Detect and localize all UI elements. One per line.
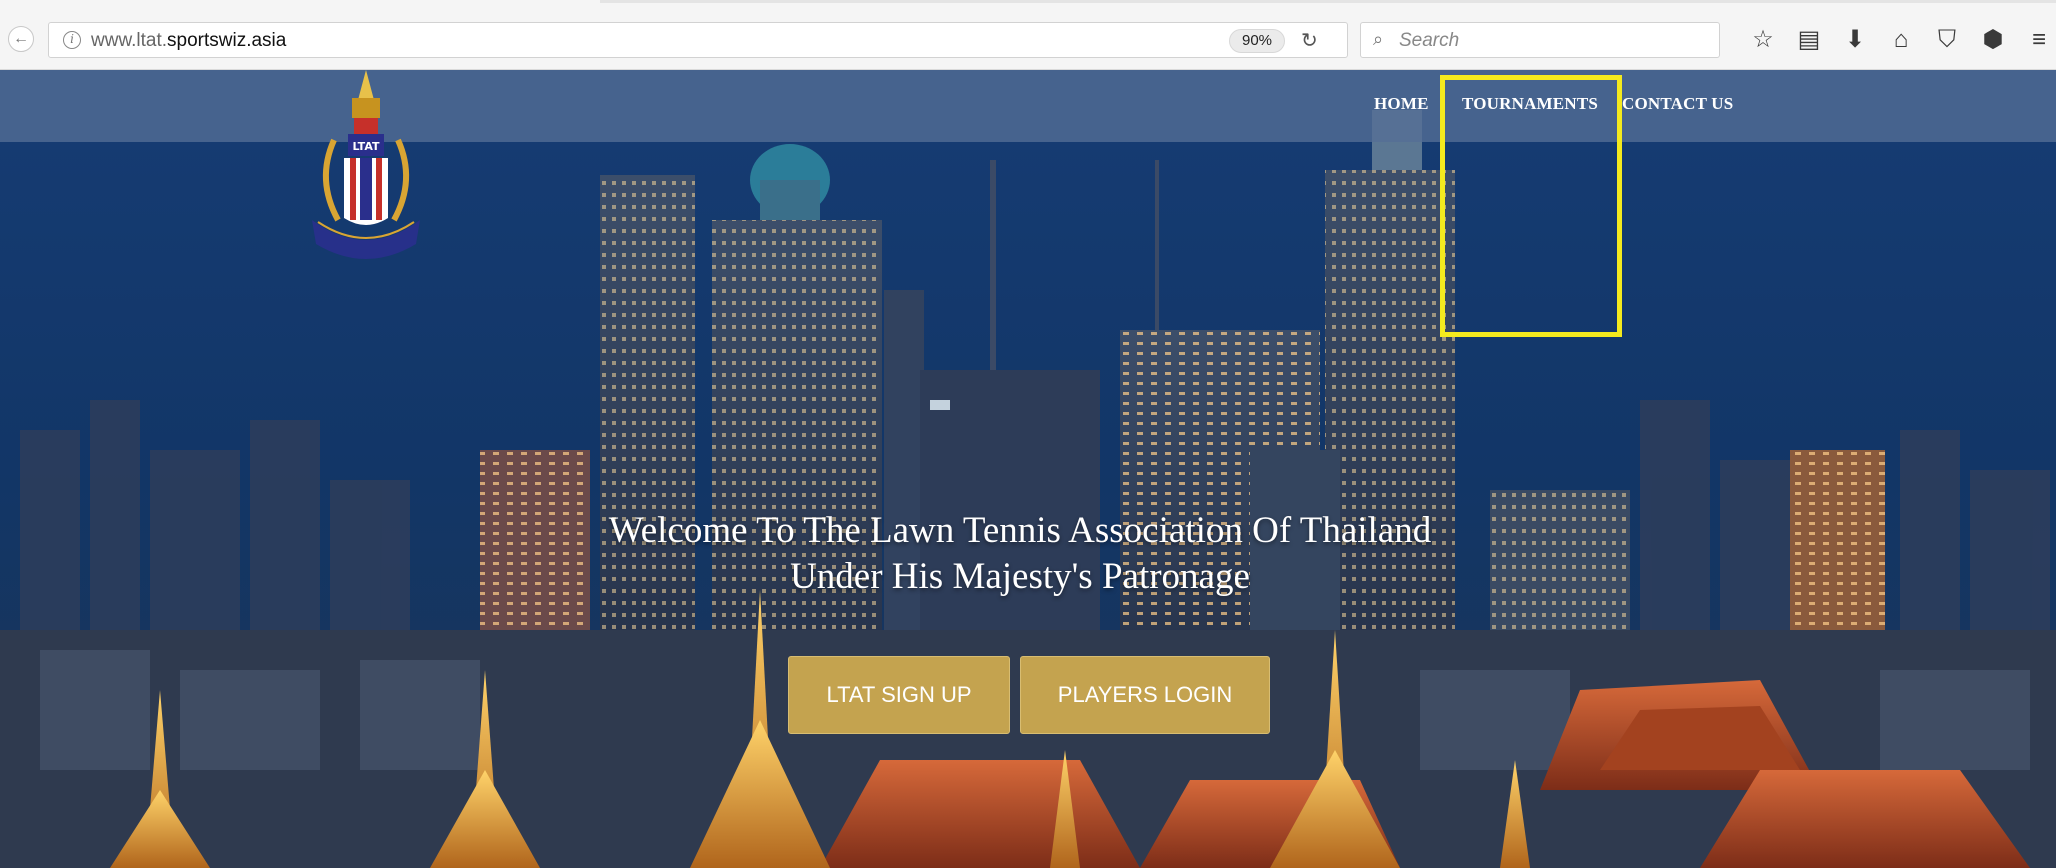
zoom-level-badge[interactable]: 90% — [1229, 29, 1286, 53]
page-viewport: LTAT HOME TOURNAMENTS CONTACT US Welcome… — [0, 70, 2056, 868]
home-icon[interactable]: ⌂ — [1878, 20, 1924, 60]
players-login-button[interactable]: PLAYERS LOGIN — [1020, 656, 1270, 734]
search-placeholder: Search — [1399, 30, 1460, 51]
url-prefix: www.ltat. — [91, 30, 168, 51]
hero-heading-line2: Under His Majesty's Patronage — [790, 556, 1250, 597]
reading-list-icon[interactable]: ▤ — [1786, 20, 1832, 60]
search-icon: ⌕ — [1373, 29, 1384, 49]
back-icon[interactable]: ← — [8, 26, 34, 52]
main-navigation: HOME TOURNAMENTS CONTACT US — [0, 94, 2056, 124]
url-domain: sportswiz.asia — [167, 30, 287, 51]
logo-text: LTAT — [352, 140, 379, 153]
browser-search-bar[interactable]: ⌕ Search — [1360, 22, 1720, 58]
browser-toolbar: ← i www.ltat.sportswiz.asia 90% ↻ ⌕ Sear… — [0, 0, 2056, 70]
address-bar[interactable]: i www.ltat.sportswiz.asia 90% ↻ — [48, 22, 1348, 58]
ltat-sign-up-button[interactable]: LTAT SIGN UP — [788, 656, 1010, 734]
bookmark-star-icon[interactable]: ☆ — [1740, 20, 1786, 60]
extension-icon[interactable]: ⬢ — [1970, 20, 2016, 60]
hero-heading-line1: Welcome To The Lawn Tennis Association O… — [608, 510, 1432, 551]
nav-contact-link[interactable]: CONTACT US — [1622, 94, 1733, 114]
menu-icon[interactable]: ≡ — [2016, 20, 2056, 60]
info-icon[interactable]: i — [63, 31, 81, 49]
tab-strip-edge — [600, 0, 2056, 3]
tournaments-highlight-box — [1440, 75, 1622, 337]
url-text[interactable]: www.ltat.sportswiz.asia — [91, 30, 286, 52]
hero-heading: Welcome To The Lawn Tennis Association O… — [520, 508, 1520, 600]
nav-home-link[interactable]: HOME — [1374, 94, 1429, 114]
reload-icon[interactable]: ↻ — [1301, 28, 1318, 53]
toolbar-icon-group: ☆ ▤ ⬇ ⌂ ⛉ ⬢ ≡ — [1740, 20, 2056, 60]
download-icon[interactable]: ⬇ — [1832, 20, 1878, 60]
pocket-icon[interactable]: ⛉ — [1924, 20, 1970, 60]
